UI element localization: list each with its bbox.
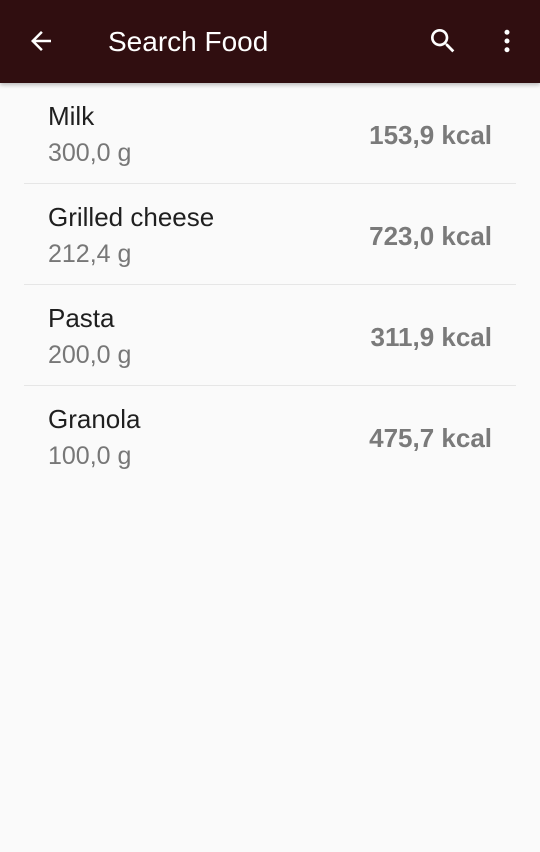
food-list: Milk 300,0 g 153,9 kcal Grilled cheese 2… (0, 83, 540, 486)
back-button[interactable] (14, 14, 68, 68)
list-item[interactable]: Milk 300,0 g 153,9 kcal (24, 83, 516, 184)
search-button[interactable] (416, 14, 470, 68)
food-name: Milk (48, 101, 95, 131)
arrow-left-icon (31, 31, 51, 51)
food-kcal: 475,7 kcal (369, 423, 492, 453)
food-kcal: 311,9 kcal (370, 322, 492, 352)
app-bar: Search Food (0, 0, 540, 83)
food-weight: 100,0 g (48, 442, 132, 470)
food-name: Granola (48, 404, 141, 434)
page-title: Search Food (108, 26, 269, 57)
list-item[interactable]: Pasta 200,0 g 311,9 kcal (24, 285, 516, 386)
food-name: Grilled cheese (48, 202, 215, 232)
food-kcal: 723,0 kcal (369, 221, 492, 251)
food-kcal: 153,9 kcal (369, 120, 492, 150)
list-item[interactable]: Grilled cheese 212,4 g 723,0 kcal (24, 184, 516, 285)
search-icon (431, 29, 455, 53)
food-name: Pasta (48, 303, 115, 333)
more-vertical-icon (504, 29, 510, 53)
overflow-menu-button[interactable] (480, 14, 534, 68)
list-item[interactable]: Granola 100,0 g 475,7 kcal (24, 386, 516, 486)
food-weight: 300,0 g (48, 139, 132, 167)
food-weight: 200,0 g (48, 341, 132, 369)
food-weight: 212,4 g (48, 240, 132, 268)
